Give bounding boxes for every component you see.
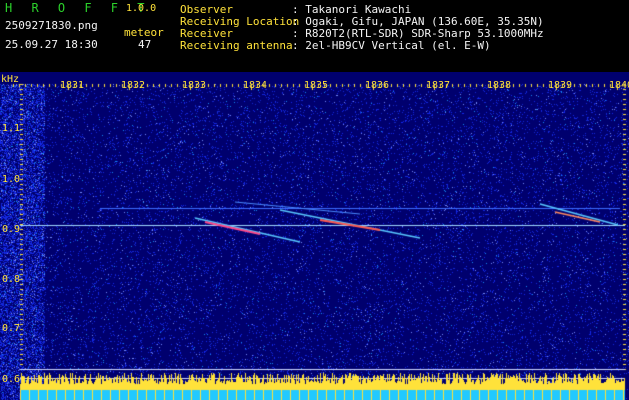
- antenna-label: Receiving antenna: [180, 39, 293, 52]
- x-tick-label: 1840: [609, 80, 629, 91]
- antenna-value: : 2el-HB9CV Vertical (el. E-W): [292, 39, 491, 52]
- y-axis-unit: kHz: [1, 74, 20, 85]
- y-tick-label: 1.0: [2, 174, 21, 185]
- x-tick-label: 1831: [60, 80, 85, 91]
- file-name: 2509271830.png: [5, 19, 98, 32]
- y-tick-label: 0.7: [2, 323, 21, 334]
- y-tick-label: 0.9: [2, 224, 21, 235]
- info-header: H R O F F T 1.0.0 2509271830.png meteor …: [0, 0, 629, 72]
- x-tick-label: 1834: [243, 80, 268, 91]
- y-tick-label: 0.6: [2, 374, 21, 385]
- x-tick-label: 1837: [426, 80, 451, 91]
- x-tick-label: 1839: [548, 80, 573, 91]
- app-version: 1.0.0: [126, 3, 157, 14]
- x-tick-label: 1836: [365, 80, 390, 91]
- x-tick-label: 1835: [304, 80, 329, 91]
- timestamp: 25.09.27 18:30: [5, 38, 98, 51]
- meteor-count: 47: [138, 38, 152, 51]
- x-tick-label: 1832: [121, 80, 146, 91]
- x-tick-label: 1833: [182, 80, 207, 91]
- y-tick-label: 1.1: [2, 123, 21, 134]
- y-tick-label: 0.8: [2, 274, 21, 285]
- spectrogram-canvas: [0, 72, 629, 400]
- x-tick-label: 1838: [487, 80, 512, 91]
